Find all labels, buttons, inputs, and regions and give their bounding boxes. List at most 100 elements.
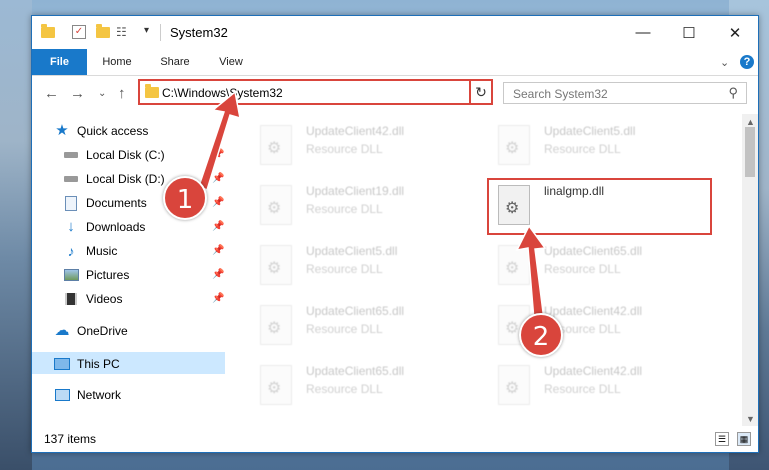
vertical-scrollbar[interactable]: ▲ ▼ xyxy=(742,114,758,426)
close-button[interactable]: ✕ xyxy=(712,16,758,49)
file-type: Resource DLL xyxy=(306,202,383,216)
file-item[interactable]: UpdateClient19.dll Resource DLL xyxy=(252,180,482,230)
file-name: UpdateClient5.dll xyxy=(544,124,636,138)
sidebar-item-onedrive[interactable]: ☁ OneDrive xyxy=(54,320,128,342)
file-item[interactable]: UpdateClient5.dll Resource DLL xyxy=(490,120,720,170)
tab-share[interactable]: Share xyxy=(150,49,200,75)
dll-file-icon xyxy=(260,185,292,225)
drive-icon xyxy=(63,171,79,187)
file-name: UpdateClient42.dll xyxy=(306,124,405,138)
file-name: UpdateClient65.dll xyxy=(306,364,405,378)
new-folder-icon[interactable] xyxy=(96,24,110,39)
search-input[interactable]: Search System32 ⚲ xyxy=(503,82,747,104)
cloud-icon: ☁ xyxy=(54,322,70,339)
nav-item-label: OneDrive xyxy=(77,324,128,338)
search-icon: ⚲ xyxy=(728,85,738,100)
videos-icon xyxy=(63,291,79,307)
nav-item-label: Videos xyxy=(86,292,123,306)
properties-icon[interactable]: ✓ xyxy=(72,25,86,39)
maximize-button[interactable]: ☐ xyxy=(666,16,712,49)
forward-arrow-icon[interactable]: → xyxy=(70,85,85,102)
sidebar-item-network[interactable]: Network xyxy=(54,384,121,406)
sidebar-item-documents[interactable]: Documents xyxy=(63,192,147,214)
sidebar-item-local-disk-c[interactable]: Local Disk (C:) xyxy=(63,144,165,166)
nav-quick-access[interactable]: ★ Quick access xyxy=(54,120,148,142)
nav-item-label: This PC xyxy=(77,357,120,371)
file-type: Resource DLL xyxy=(306,322,383,336)
details-view-icon[interactable]: ☰ xyxy=(715,432,729,446)
large-icons-view-icon[interactable]: ▦ xyxy=(737,432,751,446)
pin-icon[interactable]: 📌 xyxy=(212,197,224,208)
nav-item-label: Quick access xyxy=(77,124,149,138)
file-type: Resource DLL xyxy=(544,382,621,396)
scroll-up-icon[interactable]: ▲ xyxy=(746,117,755,127)
sidebar-item-this-pc[interactable]: This PC xyxy=(54,353,120,375)
minimize-button[interactable]: — xyxy=(620,16,666,49)
expand-ribbon-icon[interactable]: ⌄ xyxy=(720,56,729,69)
sidebar-item-pictures[interactable]: Pictures xyxy=(63,264,129,286)
scrollbar-thumb[interactable] xyxy=(745,127,755,177)
music-icon: ♪ xyxy=(67,243,75,259)
back-arrow-icon[interactable]: ← xyxy=(44,85,59,102)
file-type: Resource DLL xyxy=(306,142,383,156)
help-icon[interactable]: ? xyxy=(740,55,754,69)
nav-item-label: Music xyxy=(86,244,118,258)
dll-file-icon xyxy=(498,245,530,285)
up-arrow-icon[interactable]: ↑ xyxy=(118,85,126,102)
file-type: Resource DLL xyxy=(306,262,383,276)
nav-item-label: Documents xyxy=(86,196,147,210)
tab-view[interactable]: View xyxy=(208,49,254,75)
refresh-icon: ↻ xyxy=(475,84,487,100)
address-path: C:\Windows\System32 xyxy=(162,86,283,100)
file-name: UpdateClient5.dll xyxy=(306,244,398,258)
star-icon: ★ xyxy=(55,122,69,139)
refresh-button[interactable]: ↻ xyxy=(469,79,493,105)
dll-file-icon xyxy=(260,245,292,285)
pin-icon[interactable]: 📌 xyxy=(212,293,224,304)
file-item[interactable]: UpdateClient65.dll Resource DLL xyxy=(490,240,720,290)
title-separator xyxy=(160,24,161,41)
file-item[interactable]: UpdateClient42.dll Resource DLL xyxy=(490,360,720,410)
sidebar-item-downloads[interactable]: ↓ Downloads xyxy=(63,216,145,238)
file-item[interactable]: UpdateClient42.dll Resource DLL xyxy=(252,120,482,170)
computer-icon xyxy=(54,356,70,372)
download-icon: ↓ xyxy=(67,218,75,235)
sidebar-item-local-disk-d[interactable]: Local Disk (D:) xyxy=(63,168,165,190)
file-list: UpdateClient42.dll Resource DLL UpdateCl… xyxy=(246,114,742,424)
nav-item-label: Local Disk (D:) xyxy=(86,172,165,186)
network-icon xyxy=(54,387,70,403)
search-placeholder: Search System32 xyxy=(513,87,608,101)
folder-icon xyxy=(41,24,55,39)
customize-toolbar-dropdown-icon[interactable]: ▾ xyxy=(144,25,158,39)
recent-locations-dropdown-icon[interactable]: ⌄ xyxy=(98,88,106,99)
nav-item-label: Downloads xyxy=(86,220,146,234)
sidebar-item-videos[interactable]: Videos xyxy=(63,288,122,310)
quick-access-toolbar-icon[interactable]: ☷ xyxy=(116,25,130,39)
file-item[interactable]: UpdateClient65.dll Resource DLL xyxy=(252,300,482,350)
item-count: 137 items xyxy=(44,432,97,446)
dll-file-icon xyxy=(260,305,292,345)
scroll-down-icon[interactable]: ▼ xyxy=(746,414,755,424)
pin-icon[interactable]: 📌 xyxy=(212,173,224,184)
pin-icon[interactable]: 📌 xyxy=(212,245,224,256)
desktop-background-left xyxy=(0,0,32,470)
sidebar-item-music[interactable]: ♪ Music xyxy=(63,240,118,262)
file-name: UpdateClient65.dll xyxy=(544,244,643,258)
pin-icon[interactable]: 📌 xyxy=(212,269,224,280)
window-title: System32 xyxy=(170,25,228,40)
status-bar: 137 items ☰ ▦ xyxy=(32,428,758,452)
tab-home[interactable]: Home xyxy=(92,49,142,75)
tab-file[interactable]: File xyxy=(32,49,87,75)
pin-icon[interactable]: 📌 xyxy=(212,221,224,232)
file-name: UpdateClient65.dll xyxy=(306,304,405,318)
address-bar[interactable]: C:\Windows\System32 ⌄ xyxy=(138,79,490,105)
dll-file-icon xyxy=(498,125,530,165)
step-1-badge: 1 xyxy=(163,176,207,220)
pin-icon[interactable]: 📌 xyxy=(212,149,224,160)
file-item[interactable]: UpdateClient65.dll Resource DLL xyxy=(252,360,482,410)
dll-file-icon xyxy=(260,125,292,165)
file-item[interactable]: UpdateClient5.dll Resource DLL xyxy=(252,240,482,290)
pictures-icon xyxy=(63,267,79,283)
title-bar: ✓ ☷ ▾ System32 — ☐ ✕ xyxy=(32,16,758,49)
file-type: Resource DLL xyxy=(544,262,621,276)
